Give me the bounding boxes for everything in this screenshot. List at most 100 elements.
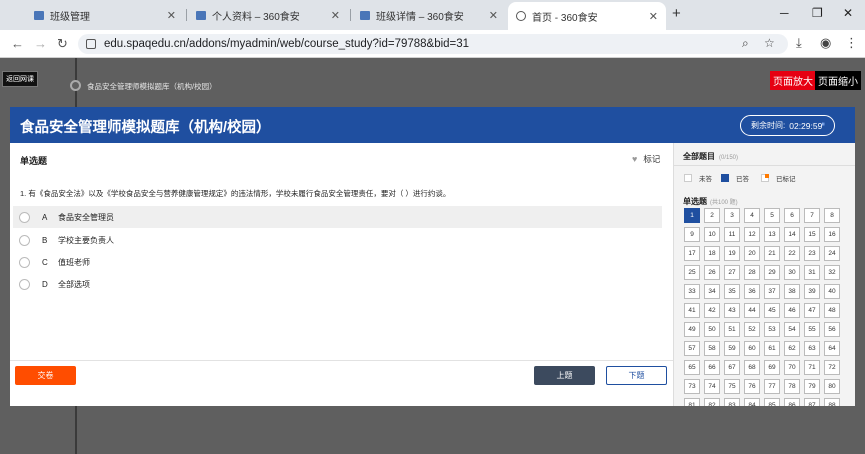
question-number-cell[interactable]: 5 [764,208,780,223]
question-number-cell[interactable]: 45 [764,303,780,318]
question-number-cell[interactable]: 75 [724,379,740,394]
back-to-course-button[interactable]: 返回网课 [2,71,38,87]
question-number-cell[interactable]: 1 [684,208,700,223]
zoom-out-button[interactable]: 页面缩小 [815,71,861,90]
question-number-cell[interactable]: 18 [704,246,720,261]
bookmark-star-icon[interactable]: ☆ [764,36,775,50]
question-number-cell[interactable]: 87 [804,398,820,406]
browser-tab-home[interactable]: 首页 - 360食安 ✕ [508,2,666,30]
question-number-cell[interactable]: 47 [804,303,820,318]
radio-button[interactable] [19,278,30,290]
question-number-cell[interactable]: 26 [704,265,720,280]
question-number-cell[interactable]: 58 [704,341,720,356]
question-number-cell[interactable]: 72 [824,360,840,375]
question-number-cell[interactable]: 56 [824,322,840,337]
site-info-icon[interactable] [86,39,96,49]
question-number-cell[interactable]: 85 [764,398,780,406]
question-number-cell[interactable]: 74 [704,379,720,394]
menu-kebab-icon[interactable]: ⋮ [845,35,858,51]
question-number-cell[interactable]: 59 [724,341,740,356]
restore-icon[interactable]: ❐ [812,6,823,20]
question-number-cell[interactable]: 11 [724,227,740,242]
question-number-cell[interactable]: 51 [724,322,740,337]
submit-exam-button[interactable]: 交卷 [15,366,76,385]
previous-question-button[interactable]: 上题 [534,366,595,385]
question-number-cell[interactable]: 37 [764,284,780,299]
close-window-icon[interactable]: ✕ [843,6,853,20]
question-number-cell[interactable]: 19 [724,246,740,261]
question-number-cell[interactable]: 49 [684,322,700,337]
question-number-cell[interactable]: 13 [764,227,780,242]
browser-tab-profile[interactable]: 个人资料 – 360食安 ✕ [188,4,348,26]
question-number-cell[interactable]: 14 [784,227,800,242]
question-number-cell[interactable]: 84 [744,398,760,406]
question-number-cell[interactable]: 65 [684,360,700,375]
close-tab-icon[interactable]: ✕ [489,9,498,22]
browser-tab-class-management[interactable]: 班级管理 ✕ [26,4,184,26]
question-number-cell[interactable]: 30 [784,265,800,280]
question-number-cell[interactable]: 80 [824,379,840,394]
question-number-cell[interactable]: 33 [684,284,700,299]
url-field[interactable]: edu.spaqedu.cn/addons/myadmin/web/course… [78,34,788,54]
question-number-cell[interactable]: 10 [704,227,720,242]
new-tab-button[interactable]: + [672,5,681,22]
question-number-cell[interactable]: 77 [764,379,780,394]
question-number-cell[interactable]: 43 [724,303,740,318]
question-number-cell[interactable]: 62 [784,341,800,356]
question-number-cell[interactable]: 40 [824,284,840,299]
back-arrow-icon[interactable]: ← [11,36,24,51]
question-number-cell[interactable]: 46 [784,303,800,318]
question-number-cell[interactable]: 39 [804,284,820,299]
question-number-cell[interactable]: 29 [764,265,780,280]
question-number-cell[interactable]: 81 [684,398,700,406]
question-number-cell[interactable]: 15 [804,227,820,242]
question-number-cell[interactable]: 17 [684,246,700,261]
question-number-cell[interactable]: 7 [804,208,820,223]
question-number-cell[interactable]: 73 [684,379,700,394]
reload-icon[interactable]: ↻ [57,36,68,52]
question-number-cell[interactable]: 16 [824,227,840,242]
question-number-cell[interactable]: 48 [824,303,840,318]
question-number-cell[interactable]: 88 [824,398,840,406]
zoom-magnifier-icon[interactable]: ⌕ [742,36,749,51]
question-number-cell[interactable]: 4 [744,208,760,223]
question-number-cell[interactable]: 78 [784,379,800,394]
question-number-cell[interactable]: 9 [684,227,700,242]
question-number-cell[interactable]: 71 [804,360,820,375]
question-number-cell[interactable]: 22 [784,246,800,261]
question-number-cell[interactable]: 23 [804,246,820,261]
profile-icon[interactable]: ◉ [820,35,831,51]
question-number-cell[interactable]: 6 [784,208,800,223]
question-number-cell[interactable]: 83 [724,398,740,406]
question-number-cell[interactable]: 35 [724,284,740,299]
forward-arrow-icon[interactable]: → [34,36,47,51]
question-number-cell[interactable]: 53 [764,322,780,337]
question-number-cell[interactable]: 82 [704,398,720,406]
question-number-cell[interactable]: 24 [824,246,840,261]
question-number-cell[interactable]: 38 [784,284,800,299]
question-number-cell[interactable]: 21 [764,246,780,261]
radio-button[interactable] [19,211,30,223]
question-number-cell[interactable]: 41 [684,303,700,318]
radio-button[interactable] [19,234,30,246]
question-number-cell[interactable]: 67 [724,360,740,375]
minimize-icon[interactable]: ─ [780,6,789,20]
question-number-cell[interactable]: 25 [684,265,700,280]
next-question-button[interactable]: 下题 [606,366,667,385]
browser-tab-class-detail[interactable]: 班级详情 – 360食安 ✕ [352,4,506,26]
question-number-cell[interactable]: 57 [684,341,700,356]
question-number-cell[interactable]: 2 [704,208,720,223]
question-number-cell[interactable]: 50 [704,322,720,337]
download-icon[interactable]: ⤓ [796,35,802,51]
question-number-cell[interactable]: 34 [704,284,720,299]
question-number-cell[interactable]: 32 [824,265,840,280]
option-a[interactable]: A 食品安全管理员 [13,206,662,228]
question-number-cell[interactable]: 79 [804,379,820,394]
question-number-cell[interactable]: 68 [744,360,760,375]
question-number-cell[interactable]: 63 [804,341,820,356]
close-tab-icon[interactable]: ✕ [331,9,340,22]
question-number-cell[interactable]: 64 [824,341,840,356]
question-number-cell[interactable]: 42 [704,303,720,318]
question-number-cell[interactable]: 61 [764,341,780,356]
question-number-cell[interactable]: 28 [744,265,760,280]
